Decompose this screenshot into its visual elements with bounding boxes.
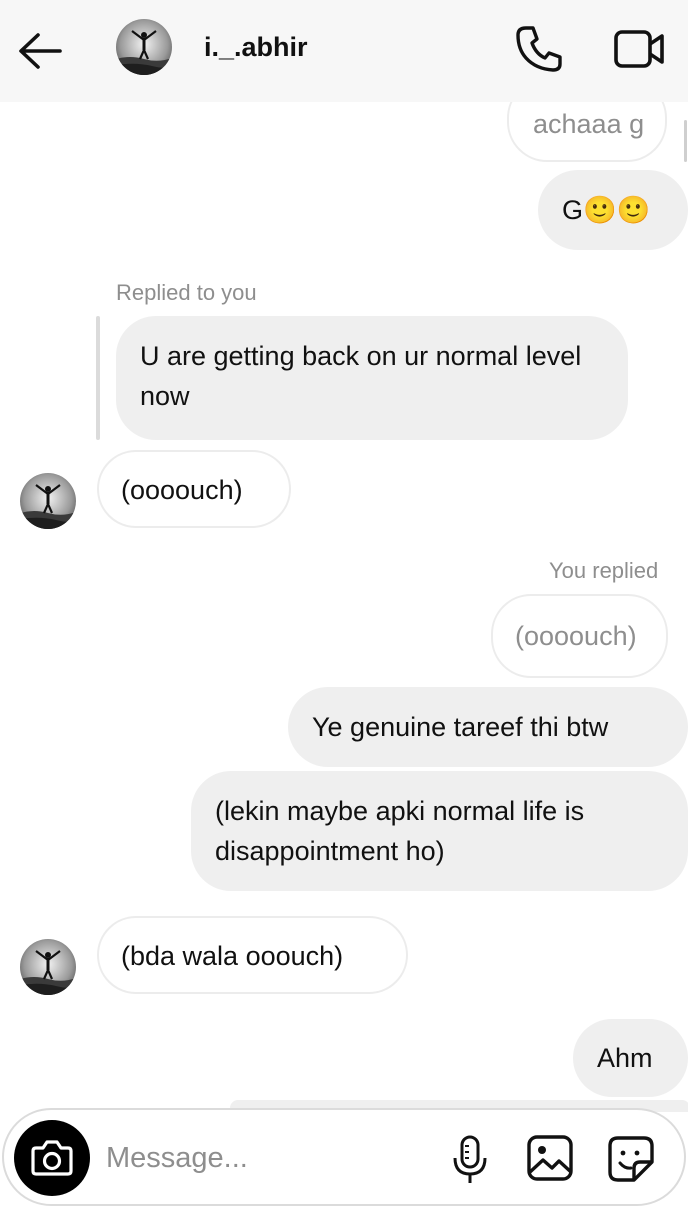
message-text: achaaa g [533,109,645,139]
gallery-button[interactable] [526,1134,574,1182]
sender-avatar[interactable] [20,473,76,529]
video-camera-icon [614,30,664,68]
sender-avatar[interactable] [20,939,76,995]
message-bubble-sent[interactable]: (lekin maybe apki normal life is disappo… [191,771,688,891]
camera-icon [31,1140,73,1176]
message-bubble-sent[interactable]: Ye genuine tareef thi btw [288,687,688,767]
quoted-message-bubble-sent[interactable]: (oooouch) [491,594,668,678]
sticker-icon [608,1136,654,1182]
message-text: G🙂🙂 [562,195,651,225]
voice-message-button[interactable] [450,1134,490,1186]
sticker-button[interactable] [606,1134,656,1184]
message-text: (lekin maybe apki normal life is disappo… [215,796,585,866]
message-bubble-received[interactable]: (bda wala ooouch) [97,916,408,994]
message-text: Ahm [597,1043,653,1073]
message-text: U are getting back on ur normal level no… [140,341,582,411]
header-avatar[interactable] [116,19,172,75]
microphone-icon [453,1135,487,1183]
message-text: (oooouch) [515,621,637,651]
phone-icon [516,26,562,72]
reply-indicator-bar [96,316,100,440]
image-icon [527,1135,573,1181]
video-call-button[interactable] [612,26,666,72]
message-text: Ye genuine tareef thi btw [312,712,609,742]
reply-label-received: Replied to you [116,280,257,305]
message-composer [2,1108,686,1206]
chat-header: i._.abhir [0,0,688,102]
audio-call-button[interactable] [512,22,566,76]
reply-label-sent: You replied [549,558,659,583]
message-text: (oooouch) [121,475,243,505]
scrollbar[interactable] [684,120,687,162]
message-bubble-sent[interactable]: Ahm [573,1019,688,1097]
message-input[interactable] [106,1136,426,1180]
chat-username[interactable]: i._.abhir [204,32,308,63]
camera-button[interactable] [14,1120,90,1196]
message-bubble-received[interactable]: (oooouch) [97,450,291,528]
arrow-left-icon [19,33,62,69]
message-text: (bda wala ooouch) [121,941,344,971]
quoted-message-bubble[interactable]: U are getting back on ur normal level no… [116,316,628,440]
back-button[interactable] [14,28,66,74]
message-bubble-sent[interactable]: G🙂🙂 [538,170,688,250]
